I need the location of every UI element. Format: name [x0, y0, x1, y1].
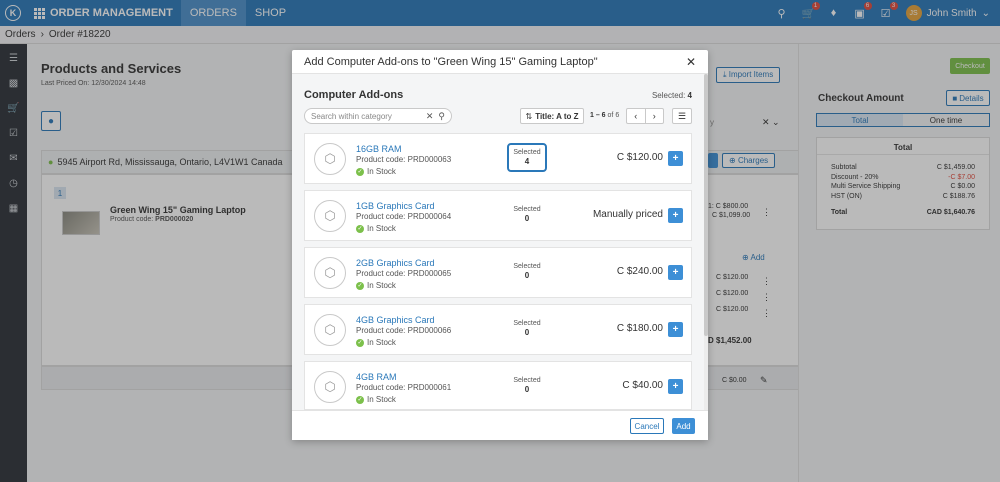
stock-status: ✓ In Stock — [356, 395, 396, 404]
product-card: ⬡ 2GB Graphics Card Product code: PRD000… — [304, 247, 692, 298]
product-code-label: Product code: — [356, 155, 406, 164]
check-icon: ✓ — [356, 395, 364, 404]
modal-body: Computer Add-ons Selected: 4 Search with… — [292, 74, 708, 410]
product-card: ⬡ 16GB RAM Product code: PRD000063 ✓ In S… — [304, 133, 692, 184]
chevron-left-icon[interactable]: ‹ — [627, 109, 645, 123]
selected-value: 0 — [524, 271, 530, 280]
selected-count: Selected: 4 — [652, 91, 692, 100]
selected-label: Selected — [513, 206, 541, 213]
selected-quantity[interactable]: Selected 0 — [507, 257, 547, 286]
pager-of: of 6 — [607, 112, 620, 119]
selected-label: Selected — [513, 320, 541, 327]
product-code-label: Product code: — [356, 212, 406, 221]
add-ons-modal: Add Computer Add-ons to "Green Wing 15" … — [292, 50, 708, 440]
check-icon: ✓ — [356, 338, 364, 347]
check-icon: ✓ — [356, 224, 364, 233]
product-code-label: Product code: — [356, 383, 406, 392]
stock-label: In Stock — [367, 338, 396, 347]
selected-value: 0 — [524, 328, 530, 337]
selected-quantity[interactable]: Selected 0 — [507, 314, 547, 343]
add-button[interactable]: Add — [672, 418, 695, 434]
product-name[interactable]: 2GB Graphics Card — [356, 258, 435, 268]
stock-label: In Stock — [367, 281, 396, 290]
product-name[interactable]: 4GB RAM — [356, 372, 397, 382]
selected-label: Selected — [513, 149, 541, 156]
sort-icon: ⇅ — [525, 111, 533, 121]
stock-label: In Stock — [367, 224, 396, 233]
selected-value: 0 — [524, 214, 530, 223]
check-icon: ✓ — [356, 281, 364, 290]
product-price: C $120.00 — [616, 152, 663, 163]
search-input[interactable]: Search within category ✕ ⚲ — [304, 108, 452, 124]
pager-info: 1 – 6 of 6 — [590, 112, 619, 119]
product-name[interactable]: 1GB Graphics Card — [356, 201, 435, 211]
product-card: ⬡ 1GB Graphics Card Product code: PRD000… — [304, 190, 692, 241]
product-card: ⬡ 4GB Graphics Card Product code: PRD000… — [304, 304, 692, 355]
product-name[interactable]: 16GB RAM — [356, 144, 402, 154]
stock-label: In Stock — [367, 167, 396, 176]
add-product-button[interactable]: + — [668, 265, 683, 280]
box-icon: ⬡ — [314, 371, 346, 403]
box-icon: ⬡ — [314, 257, 346, 289]
selected-label: Selected — [513, 377, 541, 384]
selected-value: 4 — [524, 157, 530, 166]
check-icon: ✓ — [356, 167, 364, 176]
product-code-value: PRD000061 — [407, 383, 452, 392]
product-code-value: PRD000063 — [407, 155, 452, 164]
product-card: ⬡ 4GB RAM Product code: PRD000061 ✓ In St… — [304, 361, 692, 410]
scrollbar[interactable] — [704, 74, 708, 410]
pager-range: 1 – 6 — [590, 112, 606, 119]
stock-status: ✓ In Stock — [356, 338, 396, 347]
stock-status: ✓ In Stock — [356, 281, 396, 290]
selected-quantity[interactable]: Selected 4 — [507, 143, 547, 172]
product-code: Product code: PRD000064 — [356, 212, 451, 221]
pager: ‹ › — [626, 108, 664, 124]
stock-label: In Stock — [367, 395, 396, 404]
product-price: Manually priced — [592, 209, 663, 220]
chevron-right-icon[interactable]: › — [644, 109, 664, 123]
product-code-value: PRD000066 — [407, 326, 452, 335]
selected-quantity[interactable]: Selected 0 — [507, 371, 547, 400]
sort-label: Title: A to Z — [535, 111, 579, 121]
product-name[interactable]: 4GB Graphics Card — [356, 315, 435, 325]
product-price: C $40.00 — [622, 380, 663, 391]
list-icon: ☰ — [677, 110, 687, 121]
product-price: C $240.00 — [616, 266, 663, 277]
product-code: Product code: PRD000066 — [356, 326, 451, 335]
selected-value: 4 — [687, 91, 692, 100]
product-code: Product code: PRD000063 — [356, 155, 451, 164]
stock-status: ✓ In Stock — [356, 167, 396, 176]
product-code-value: PRD000064 — [407, 212, 452, 221]
add-product-button[interactable]: + — [668, 322, 683, 337]
modal-title: Add Computer Add-ons to "Green Wing 15" … — [304, 55, 598, 68]
modal-footer: Cancel Add — [292, 410, 708, 440]
product-price: C $180.00 — [616, 323, 663, 334]
clear-icon[interactable]: ✕ — [426, 111, 434, 122]
box-icon: ⬡ — [314, 314, 346, 346]
close-icon[interactable]: ✕ — [686, 55, 696, 69]
modal-header: Add Computer Add-ons to "Green Wing 15" … — [292, 50, 708, 74]
product-code-value: PRD000065 — [407, 269, 452, 278]
add-product-button[interactable]: + — [668, 379, 683, 394]
selected-label: Selected: — [651, 91, 686, 100]
selected-label: Selected — [513, 263, 541, 270]
stock-status: ✓ In Stock — [356, 224, 396, 233]
box-icon: ⬡ — [314, 143, 346, 175]
add-product-button[interactable]: + — [668, 151, 683, 166]
product-code-label: Product code: — [356, 269, 406, 278]
cancel-button[interactable]: Cancel — [630, 418, 664, 434]
product-code: Product code: PRD000065 — [356, 269, 451, 278]
product-code-label: Product code: — [356, 326, 406, 335]
selected-quantity[interactable]: Selected 0 — [507, 200, 547, 229]
product-code: Product code: PRD000061 — [356, 383, 451, 392]
sort-button[interactable]: ⇅ Title: A to Z — [520, 108, 584, 124]
search-icon[interactable]: ⚲ — [438, 111, 445, 122]
box-icon: ⬡ — [314, 200, 346, 232]
selected-value: 0 — [524, 385, 530, 394]
search-placeholder: Search within category — [311, 111, 392, 121]
add-product-button[interactable]: + — [668, 208, 683, 223]
list-view-button[interactable]: ☰ — [672, 108, 692, 124]
section-title: Computer Add-ons — [304, 89, 404, 101]
scrollbar-thumb[interactable] — [704, 74, 708, 336]
